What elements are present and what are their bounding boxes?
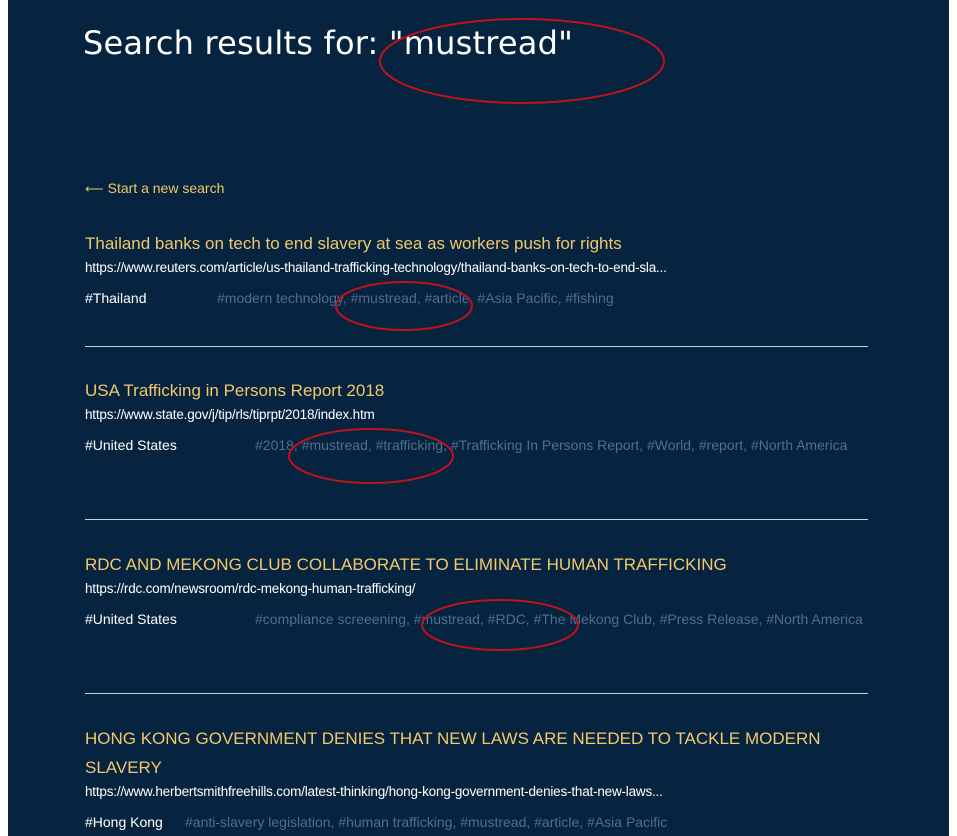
- result-divider: [85, 693, 868, 694]
- result-tags[interactable]: #2018, #mustread, #trafficking, #Traffic…: [255, 437, 847, 453]
- result-region-tag[interactable]: #United States: [85, 434, 255, 456]
- search-results-panel: Search results for: "mustread" ⟵ Start a…: [0, 0, 957, 836]
- result-meta: #United States #2018, #mustread, #traffic…: [85, 434, 868, 456]
- start-new-search-link[interactable]: ⟵ Start a new search: [85, 180, 224, 196]
- result-url[interactable]: https://www.reuters.com/article/us-thail…: [85, 260, 868, 275]
- result-divider: [85, 346, 868, 347]
- result-meta: #United States #compliance screeening, #m…: [85, 608, 868, 630]
- result-region-tag[interactable]: #Thailand: [85, 287, 217, 309]
- left-margin: [0, 0, 8, 836]
- result-region-tag[interactable]: #United States: [85, 608, 255, 630]
- result-item: HONG KONG GOVERNMENT DENIES THAT NEW LAW…: [85, 724, 868, 833]
- result-tags[interactable]: #compliance screeening, #mustread, #RDC,…: [255, 611, 863, 627]
- result-title[interactable]: HONG KONG GOVERNMENT DENIES THAT NEW LAW…: [85, 724, 868, 782]
- start-new-search-label: Start a new search: [107, 180, 225, 196]
- result-divider: [85, 519, 868, 520]
- result-meta: #Thailand #modern technology, #mustread, …: [85, 287, 868, 309]
- arrow-left-icon: ⟵: [85, 180, 104, 196]
- result-item: Thailand banks on tech to end slavery at…: [85, 229, 868, 309]
- result-url[interactable]: https://www.herbertsmithfreehills.com/la…: [85, 784, 868, 799]
- page-title: Search results for: "mustread": [83, 24, 574, 62]
- right-margin: [949, 0, 957, 836]
- result-url[interactable]: https://rdc.com/newsroom/rdc-mekong-huma…: [85, 581, 868, 596]
- result-url[interactable]: https://www.state.gov/j/tip/rls/tiprpt/2…: [85, 407, 868, 422]
- result-title[interactable]: RDC AND MEKONG CLUB COLLABORATE TO ELIMI…: [85, 550, 868, 579]
- result-meta: #Hong Kong #anti-slavery legislation, #hu…: [85, 811, 868, 833]
- result-tags[interactable]: #anti-slavery legislation, #human traffi…: [185, 814, 667, 830]
- result-title[interactable]: USA Trafficking in Persons Report 2018: [85, 376, 868, 405]
- result-title[interactable]: Thailand banks on tech to end slavery at…: [85, 229, 868, 258]
- result-item: USA Trafficking in Persons Report 2018 h…: [85, 376, 868, 456]
- result-tags[interactable]: #modern technology, #mustread, #article,…: [217, 290, 614, 306]
- result-item: RDC AND MEKONG CLUB COLLABORATE TO ELIMI…: [85, 550, 868, 630]
- result-region-tag[interactable]: #Hong Kong: [85, 811, 185, 833]
